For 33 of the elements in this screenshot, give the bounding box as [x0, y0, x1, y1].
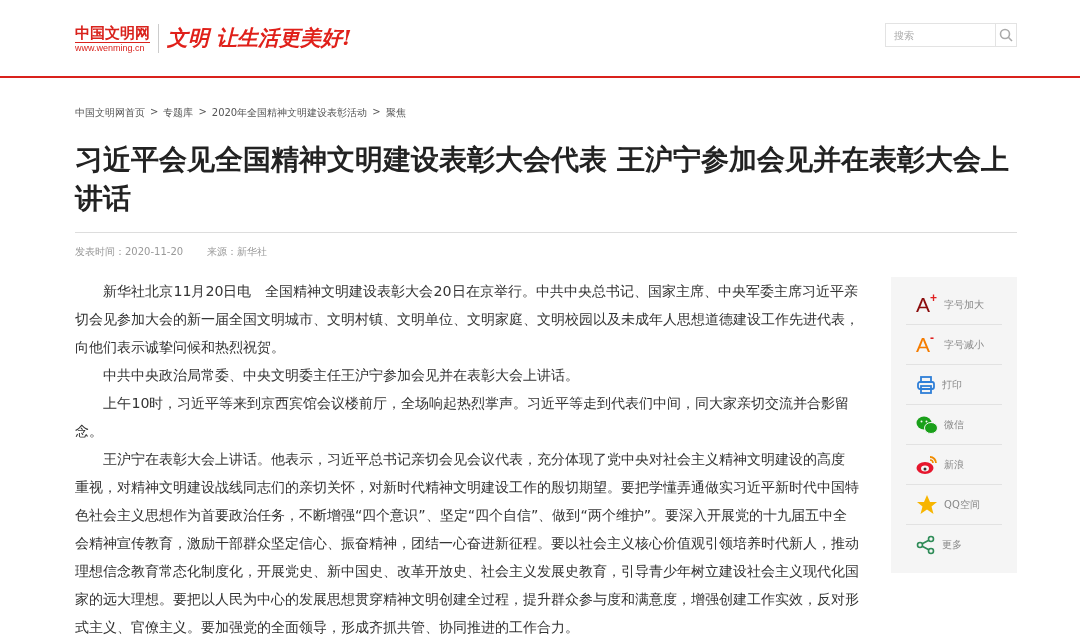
- article-source: 来源：新华社: [207, 245, 268, 259]
- publish-date: 发表时间：2020-11-20: [75, 245, 184, 259]
- breadcrumb-separator: >: [198, 106, 207, 119]
- share-icon: [916, 535, 937, 555]
- tool-item[interactable]: QQ空间: [906, 485, 1003, 525]
- search-icon: [999, 28, 1013, 42]
- font-increase-icon: A+: [916, 294, 939, 315]
- star-icon: [916, 494, 939, 515]
- breadcrumb-link[interactable]: 聚焦: [385, 106, 406, 120]
- search-field[interactable]: 搜索: [885, 23, 995, 47]
- tool-item[interactable]: 微信: [906, 405, 1003, 445]
- article-paragraph: 新华社北京11月20日电 全国精神文明建设表彰大会20日在京举行。中共中央总书记、国家主席、中央军委主席习近平亲切会见参加大会的新一届全国文明城市、文明村镇、文明单位、文明家庭、文明校园以及未成年人思想道德建设工作先进代表，向他们表示诚挚问候和热烈祝贺。: [75, 282, 860, 357]
- slogan: 文明 让生活更美好!: [167, 24, 352, 52]
- chat-bubbles-icon: [916, 414, 939, 435]
- search-button[interactable]: [995, 23, 1017, 47]
- tool-item[interactable]: 更多: [906, 525, 1003, 565]
- tool-item[interactable]: 打印: [906, 365, 1003, 405]
- breadcrumb-link[interactable]: 2020年全国精神文明建设表彰活动: [211, 106, 368, 120]
- breadcrumb-link[interactable]: 中国文明网首页: [75, 106, 145, 120]
- article-title: 习近平会见全国精神文明建设表彰大会代表 王沪宁参加会见并在表彰大会上讲话: [75, 142, 1010, 216]
- breadcrumb-separator: >: [150, 106, 159, 119]
- article-paragraph: 上午10时，习近平等来到京西宾馆会议楼前厅，全场响起热烈掌声。习近平等走到代表们中间，同大家亲切交流并合影留念。: [75, 394, 851, 441]
- tool-item[interactable]: 新浪: [906, 445, 1003, 485]
- article-paragraph: 中共中央政治局常委、中央文明委主任王沪宁参加会见并在表彰大会上讲话。: [102, 366, 581, 385]
- breadcrumb-separator: >: [372, 106, 381, 119]
- eye-logo-icon: [916, 454, 939, 475]
- font-decrease-icon: A-: [916, 334, 939, 355]
- site-logo[interactable]: 中国文明网 www.wenming.cn: [75, 23, 159, 53]
- printer-icon: [916, 374, 937, 395]
- tool-item[interactable]: A+ 字号加大: [906, 285, 1003, 325]
- breadcrumb-link[interactable]: 专题库: [163, 106, 194, 120]
- article-paragraph: 王沪宁在表彰大会上讲话。他表示，习近平总书记亲切会见会议代表，充分体现了党中央对社会主义精神文明建设的高度重视，对精神文明建设战线同志们的亲切关怀，对新时代精神文明建设工作的殷切期望。要把学懂弄通做实习近平新时代中国特色社会主义思想作为首要政治任务，不断增强“四个意识”、坚定“四个自信”、做到“两个维护”。要深入开展党的十九届五中全会精神宣传教育，激励干部群众坚定信心、振奋精神，团结一心奋进新征程。要以社会主义核心价值观引领培养时代新人，推动理想信念教育常态化制度化，开展党史、新中国史、改革开放史、社会主义发展史教育，引导青少年树立建设社会主义现代化国家的远大理想。要把以人民为中心的发展思想贯穿精神文明创建全过程，提升群众参与度和满意度，增强创建工作实效，反对形式主义、官僚主义。要加强党的全面领导，形成齐抓共管、协同推进的工作合力。: [75, 450, 860, 637]
- tool-item[interactable]: A- 字号减小: [906, 325, 1003, 365]
